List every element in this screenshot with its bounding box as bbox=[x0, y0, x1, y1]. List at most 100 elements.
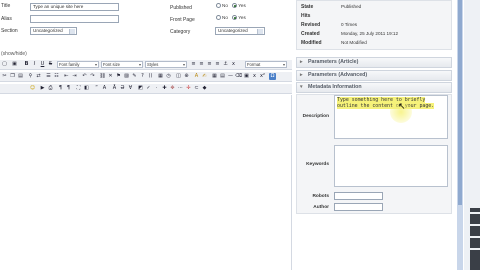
align-justify-icon[interactable]: ≡ bbox=[214, 61, 221, 68]
published-yes-label: Yes bbox=[238, 3, 246, 9]
collapsed-arrow-icon: ▸ bbox=[300, 59, 303, 65]
remove-format-icon[interactable]: ⌫ bbox=[235, 73, 242, 80]
anchor-link-icon[interactable]: ⚑ bbox=[115, 73, 122, 80]
numbered-list-icon[interactable]: ☷ bbox=[53, 73, 60, 80]
italic-icon[interactable]: I bbox=[31, 61, 38, 68]
hits-label: Hits bbox=[301, 13, 311, 19]
paste-icon[interactable]: ▤ bbox=[17, 73, 24, 80]
editor-content-area[interactable] bbox=[0, 95, 292, 270]
ins-icon[interactable]: Ɐ bbox=[127, 85, 134, 92]
blockquote-icon[interactable]: ✢ bbox=[185, 85, 192, 92]
background-color-icon[interactable]: ✍ bbox=[201, 73, 208, 80]
editor-toggle-link[interactable]: (show/hide) bbox=[1, 51, 27, 57]
state-value: Published bbox=[341, 4, 362, 9]
table-row-icon[interactable]: ▤ bbox=[219, 73, 226, 80]
cite-icon[interactable]: “ bbox=[93, 85, 100, 92]
visual-aid-icon[interactable]: ▣ bbox=[243, 73, 250, 80]
horizontal-rule-icon[interactable]: — bbox=[227, 73, 234, 80]
subscript-icon[interactable]: x bbox=[230, 61, 237, 68]
parameters-advanced-panel-header[interactable]: ▸ Parameters (Advanced) bbox=[296, 70, 452, 81]
frontpage-yes-radio[interactable] bbox=[232, 15, 238, 21]
help-icon[interactable]: ? bbox=[139, 73, 146, 80]
image-icon[interactable]: ▨ bbox=[123, 73, 130, 80]
preview-icon[interactable]: ◫ bbox=[175, 73, 182, 80]
char-map-icon[interactable]: Ω bbox=[269, 73, 276, 80]
format-select[interactable]: Format bbox=[245, 61, 287, 68]
anchor-icon[interactable]: ⚓ bbox=[222, 61, 229, 68]
created-label: Created bbox=[301, 31, 320, 37]
keywords-textarea[interactable] bbox=[334, 145, 448, 187]
insert-time-icon[interactable]: ◷ bbox=[165, 73, 172, 80]
description-label: Description bbox=[302, 114, 329, 119]
ltr-icon[interactable]: ¶ bbox=[57, 85, 64, 92]
fullscreen-icon[interactable]: ⛶ bbox=[75, 85, 82, 92]
rtl-icon[interactable]: ¶ bbox=[65, 85, 72, 92]
bold-icon[interactable]: B bbox=[23, 61, 30, 68]
nonbreaking-icon[interactable]: · bbox=[153, 85, 160, 92]
spellcheck-icon[interactable]: ⊂ bbox=[193, 85, 200, 92]
dark-block-stripe bbox=[470, 248, 480, 250]
dark-block-stripe bbox=[470, 212, 480, 214]
category-select[interactable]: Uncategorized bbox=[215, 27, 265, 35]
unlink-icon[interactable]: ✕ bbox=[107, 73, 114, 80]
article-edit-page: Title Alias Section Type an unique site … bbox=[0, 0, 480, 270]
media-icon[interactable]: ▶ bbox=[39, 85, 46, 92]
alias-input[interactable] bbox=[30, 15, 119, 23]
outdent-icon[interactable]: ⇤ bbox=[63, 73, 70, 80]
emotions-icon[interactable]: ☺ bbox=[29, 85, 36, 92]
strikethrough-icon[interactable]: S bbox=[47, 61, 54, 68]
align-right-icon[interactable]: ≡ bbox=[206, 61, 213, 68]
zoom-icon[interactable]: ⊕ bbox=[183, 73, 190, 80]
redo-icon[interactable]: ↷ bbox=[89, 73, 96, 80]
section-select[interactable]: Uncategorized bbox=[30, 27, 77, 35]
print-icon[interactable]: ⎙ bbox=[47, 85, 54, 92]
frontpage-no-radio[interactable] bbox=[216, 15, 221, 21]
bullet-list-icon[interactable]: ☰ bbox=[45, 73, 52, 80]
description-text: Type something here to briefly outline t… bbox=[337, 97, 435, 109]
robots-input[interactable] bbox=[334, 192, 383, 200]
align-center-icon[interactable]: ≡ bbox=[198, 61, 205, 68]
pagebreak-icon[interactable]: ✥ bbox=[169, 85, 176, 92]
attribs-icon[interactable]: ◩ bbox=[137, 85, 144, 92]
style-props-icon[interactable]: ✓ bbox=[145, 85, 152, 92]
undo-icon[interactable]: ↶ bbox=[81, 73, 88, 80]
right-edge-dark-block bbox=[470, 208, 480, 270]
subscript2-icon[interactable]: x bbox=[251, 73, 258, 80]
superscript-icon[interactable]: x² bbox=[259, 73, 266, 80]
font-size-select[interactable]: Font size bbox=[101, 61, 143, 68]
new-document-icon[interactable]: ▢ bbox=[1, 61, 8, 68]
parameters-article-panel-header[interactable]: ▸ Parameters (Article) bbox=[296, 57, 452, 68]
metadata-panel-header[interactable]: ▾ Metadata Information bbox=[296, 82, 452, 93]
acronym-icon[interactable]: Ā bbox=[111, 85, 118, 92]
expanded-arrow-icon: ▾ bbox=[300, 84, 303, 90]
author-input[interactable] bbox=[334, 203, 383, 211]
link-icon[interactable]: ⛓ bbox=[99, 73, 106, 80]
page-scrollbar-thumb[interactable] bbox=[458, 0, 462, 205]
copy-icon[interactable]: ❐ bbox=[9, 73, 16, 80]
template-icon[interactable]: ✚ bbox=[161, 85, 168, 92]
title-input[interactable]: Type an unique site here bbox=[30, 3, 119, 11]
insert-date-icon[interactable]: ▦ bbox=[157, 73, 164, 80]
del-icon[interactable]: Ə bbox=[119, 85, 126, 92]
underline-icon[interactable]: U bbox=[39, 61, 46, 68]
font-family-select[interactable]: Font family bbox=[57, 61, 99, 68]
indent-icon[interactable]: ⇥ bbox=[71, 73, 78, 80]
align-left-icon[interactable]: ≡ bbox=[190, 61, 197, 68]
editor-toolbar-row-1: ▢ ▣ B I U S Font family Font size Styles… bbox=[0, 60, 292, 70]
styles-select[interactable]: Styles bbox=[145, 61, 187, 68]
cut-icon[interactable]: ✂ bbox=[1, 73, 8, 80]
search-icon[interactable]: ⚲ bbox=[27, 73, 34, 80]
cleanup-icon[interactable]: ✎ bbox=[131, 73, 138, 80]
readmore-icon[interactable]: ⋯ bbox=[177, 85, 184, 92]
html-source-icon[interactable]: ⟨⟩ bbox=[147, 73, 154, 80]
save-icon[interactable]: ▣ bbox=[11, 61, 18, 68]
published-no-radio[interactable] bbox=[216, 3, 221, 9]
text-color-icon[interactable]: A bbox=[193, 73, 200, 80]
insert-layer-icon[interactable]: ◧ bbox=[83, 85, 90, 92]
abbr-icon[interactable]: A bbox=[101, 85, 108, 92]
modified-label: Modified bbox=[301, 40, 322, 46]
published-yes-radio[interactable] bbox=[232, 3, 238, 9]
table-icon[interactable]: ▦ bbox=[211, 73, 218, 80]
replace-icon[interactable]: ⇄ bbox=[35, 73, 42, 80]
code-icon[interactable]: ◆ bbox=[201, 85, 208, 92]
